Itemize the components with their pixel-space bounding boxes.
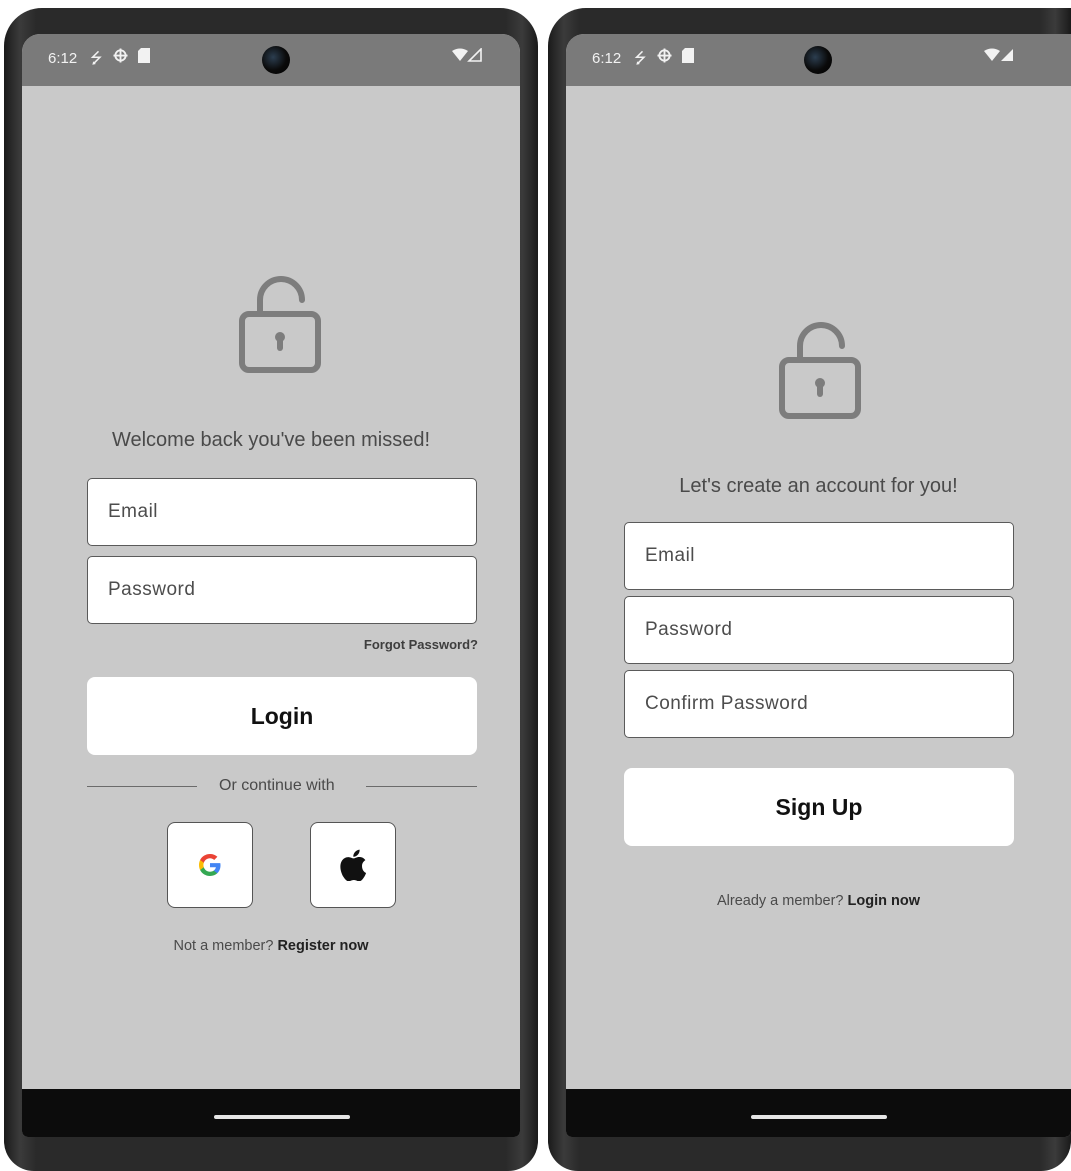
footer-prompt: Not a member? [173,938,274,954]
apple-icon [340,849,367,881]
front-camera [262,46,290,74]
status-time: 6:12 [48,50,78,67]
signup-button[interactable]: Sign Up [624,768,1014,846]
password-placeholder: Password [108,579,196,600]
status-bar: 6:12 ⭍ [22,34,520,86]
settings-gear-icon [656,48,672,73]
status-time: 6:12 [592,50,622,67]
divider-line-left [87,786,197,787]
email-field[interactable]: Email [87,478,477,546]
navigation-bar [566,1089,1071,1137]
google-icon [199,854,221,876]
login-now-link[interactable]: Login now [848,893,920,909]
unlock-icon [779,322,861,419]
password-field[interactable]: Password [87,556,477,624]
usb-debug-icon: ⭍ [634,50,647,67]
confirm-password-placeholder: Confirm Password [645,693,809,714]
status-icons: ⭍ [634,48,694,73]
login-button[interactable]: Login [87,677,477,755]
forgot-password-link[interactable]: Forgot Password? [364,637,478,652]
phone-frame-login: 6:12 ⭍ Welcome back you've been missed! [4,8,538,1171]
phone-frame-signup: 6:12 ⭍ Let's create an account for you! [548,8,1071,1171]
front-camera [804,46,832,74]
google-login-button[interactable] [167,822,253,908]
wifi-signal-icon [984,48,1014,66]
settings-gear-icon [112,48,128,73]
email-field[interactable]: Email [624,522,1014,590]
divider-text: Or continue with [219,777,335,794]
password-field[interactable]: Password [624,596,1014,664]
login-screen: 6:12 ⭍ Welcome back you've been missed! [22,34,520,1137]
sd-card-icon [137,48,150,73]
unlock-icon [239,276,321,373]
home-gesture-bar[interactable] [214,1115,350,1119]
footer-prompt: Already a member? [716,893,844,909]
wifi-signal-icon [452,47,482,66]
navigation-bar [22,1089,520,1137]
divider-line-right [366,786,477,787]
create-account-text: Let's create an account for you! [679,475,958,497]
login-footer: Already a member? Login now [566,893,1071,909]
confirm-password-field[interactable]: Confirm Password [624,670,1014,738]
signup-screen: 6:12 ⭍ Let's create an account for you! [566,34,1071,1137]
password-placeholder: Password [645,619,733,640]
register-now-link[interactable]: Register now [277,938,368,954]
welcome-text: Welcome back you've been missed! [111,429,431,451]
register-footer: Not a member? Register now [22,938,520,954]
usb-debug-icon: ⭍ [90,50,103,67]
status-icons: ⭍ [90,48,150,73]
email-placeholder: Email [645,545,696,566]
sd-card-icon [681,48,694,73]
email-placeholder: Email [108,501,159,522]
home-gesture-bar[interactable] [751,1115,887,1119]
status-bar: 6:12 ⭍ [566,34,1071,86]
apple-login-button[interactable] [310,822,396,908]
